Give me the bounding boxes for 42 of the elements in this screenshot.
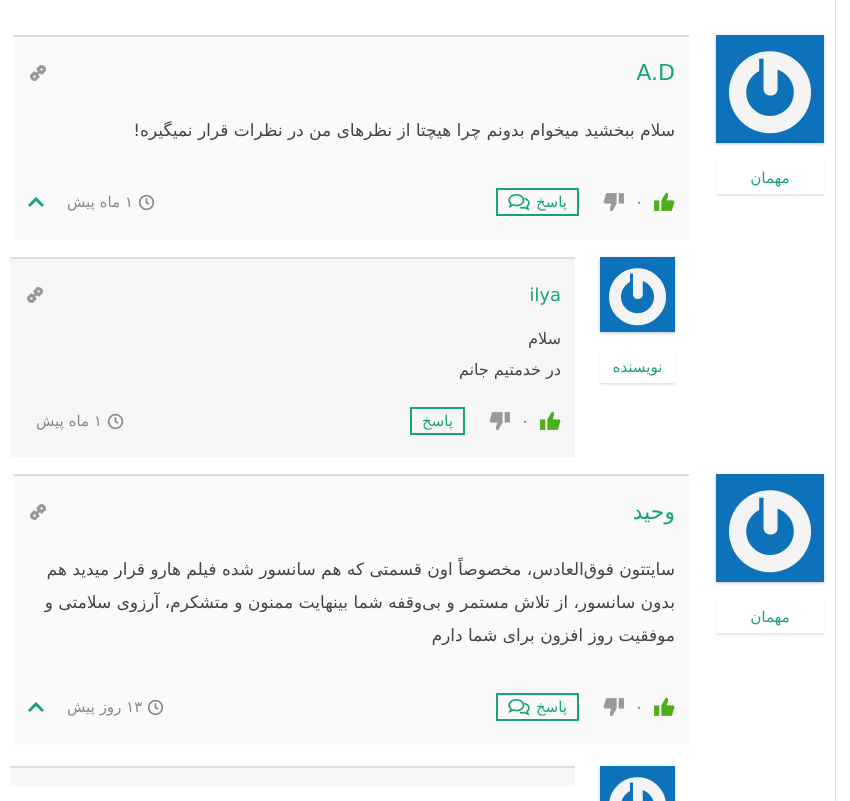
link-icon — [24, 284, 46, 306]
link-icon — [27, 501, 49, 523]
thumbs-down-icon — [488, 411, 511, 431]
clock-icon — [147, 698, 164, 716]
timestamp: ۱۳ روز پیش — [67, 698, 164, 716]
chat-bubbles-icon — [508, 698, 530, 716]
chevron-up-icon — [27, 701, 45, 713]
like-count: ۰ — [634, 193, 643, 211]
user-role-label: مهمان — [716, 160, 824, 194]
like-count: ۰ — [520, 412, 529, 430]
comment-text: سلام در خدمتیم جانم — [458, 328, 561, 381]
thumbs-up-icon — [653, 192, 675, 212]
thumbs-up-icon — [539, 411, 561, 431]
user-role-label: نویسنده — [600, 349, 675, 383]
link-icon — [27, 62, 49, 84]
clock-icon — [106, 412, 124, 430]
comment-text: سایتتون فوق‌العادس، مخصوصاً اون قسمتی که هم سانسور شده فیلم هارو قرار میدید هم بدون سانسور، از تلاش مستمر و بی‌وقفه شما بینهایت ممنون و متشکرم، آرزوی سلامتی و موفقیت روز افزون برای شما دارم — [27, 554, 675, 653]
user-role-label: مهمان — [716, 599, 824, 633]
collapse-button[interactable] — [27, 196, 45, 208]
author-name[interactable]: ilya — [529, 284, 561, 306]
author-name[interactable]: وحید — [632, 500, 675, 524]
like-button[interactable] — [653, 697, 675, 717]
timestamp: ۱ ماه پیش — [36, 412, 124, 430]
like-button[interactable] — [653, 192, 675, 212]
clock-icon — [138, 194, 155, 210]
reply-button[interactable]: پاسخ — [410, 407, 465, 435]
like-button[interactable] — [539, 411, 561, 431]
chat-bubbles-icon — [508, 193, 530, 211]
collapse-button[interactable] — [27, 701, 45, 713]
comment-text: سلام ببخشید میخوام بدونم چرا هیچتا از نظرهای من در نظرات قرار نمیگیره! — [132, 120, 675, 143]
reply-button[interactable]: پاسخ — [496, 188, 579, 216]
thumbs-down-icon — [602, 697, 625, 717]
timestamp: ۱ ماه پیش — [67, 193, 155, 211]
dislike-button[interactable] — [602, 192, 625, 212]
author-name[interactable]: A.D — [636, 60, 675, 86]
thumbs-down-icon — [602, 192, 625, 212]
dislike-button[interactable] — [602, 697, 625, 717]
chevron-up-icon — [27, 196, 45, 208]
thumbs-up-icon — [653, 697, 675, 717]
reply-button[interactable]: پاسخ — [496, 693, 579, 721]
dislike-button[interactable] — [488, 411, 511, 431]
like-count: ۰ — [634, 698, 643, 716]
